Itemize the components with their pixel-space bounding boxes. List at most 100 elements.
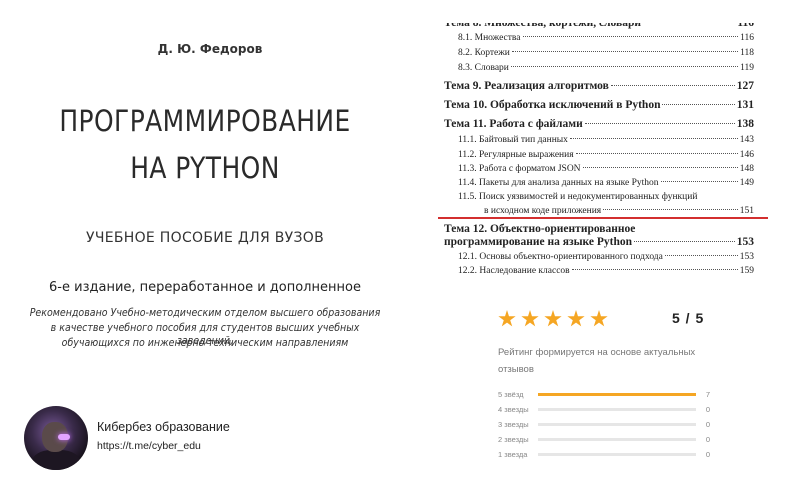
- toc-leader: [634, 241, 735, 242]
- toc-item-11-1[interactable]: 11.1. Байтовый тип данных 143: [458, 135, 754, 145]
- toc-title: 8.1. Множества: [458, 33, 521, 43]
- toc-item-12-2[interactable]: 12.2. Наследование классов 159: [458, 266, 754, 276]
- toc-page: 143: [739, 135, 754, 145]
- rating-row-label: 2 звезды: [498, 434, 529, 444]
- toc-item-11-3[interactable]: 11.3. Работа с форматом JSON 148: [458, 164, 754, 174]
- star-icon: [567, 310, 585, 327]
- toc-leader: [575, 153, 738, 154]
- rating-row-label: 1 звезда: [498, 449, 528, 459]
- avatar-glow: [58, 434, 70, 440]
- toc-page: 127: [736, 80, 754, 92]
- toc-page: 153: [739, 252, 754, 262]
- rating-bar-track: [538, 422, 696, 426]
- rating-bar-track: [538, 437, 696, 441]
- toc-leader: [584, 123, 735, 124]
- highlight-underline: [438, 217, 768, 219]
- toc-leader: [643, 22, 735, 23]
- rating-row-4[interactable]: 4 звезды 0: [498, 402, 710, 416]
- star-icon: [544, 310, 562, 327]
- channel-link[interactable]: https://t.me/cyber_edu: [97, 440, 201, 452]
- star-icon: [498, 310, 516, 327]
- rating-row-count: 0: [705, 404, 710, 414]
- toc-title: Тема 11. Работа с файлами: [444, 118, 583, 130]
- star-icon: [590, 310, 608, 327]
- rating-row-label: 3 звезды: [498, 419, 529, 429]
- toc-topic-12-line1[interactable]: Тема 12. Объектно-ориентированное: [444, 223, 635, 235]
- rating-note: Рейтинг формируется на основе актуальных…: [498, 347, 696, 375]
- toc-item-11-4[interactable]: 11.4. Пакеты для анализа данных на языке…: [458, 178, 754, 188]
- toc-page: 159: [739, 266, 754, 276]
- toc-title: 11.4. Пакеты для анализа данных на языке…: [458, 178, 659, 188]
- toc-title: 12.1. Основы объектно-ориентированного п…: [458, 252, 663, 262]
- toc-item-11-2[interactable]: 11.2. Регулярные выражения 146: [458, 150, 754, 160]
- toc-item-11-5-line1[interactable]: 11.5. Поиск уязвимостей и недокументиров…: [458, 192, 697, 202]
- toc-leader: [582, 167, 738, 168]
- toc-topic-8[interactable]: Тема 8. Множества, кортежи, словари 116: [444, 17, 754, 29]
- toc-topic-9[interactable]: Тема 9. Реализация алгоритмов 127: [444, 80, 754, 92]
- book-recommendation-line: Рекомендовано Учебно-методическим отдело…: [29, 306, 381, 319]
- rating-row-2[interactable]: 2 звезды 0: [498, 432, 710, 446]
- toc-title: 8.2. Кортежи: [458, 48, 510, 58]
- rating-score: 5 / 5: [672, 310, 705, 326]
- rating-row-label: 5 звёзд: [498, 389, 524, 399]
- toc-title: Тема 10. Обработка исключений в Python: [444, 99, 661, 111]
- toc-page: 146: [739, 150, 754, 160]
- rating-row-count: 7: [705, 389, 710, 399]
- toc-page: 148: [739, 164, 754, 174]
- rating-bar-fill: [538, 392, 696, 396]
- book-edition: 6-е издание, переработанное и дополненно…: [49, 280, 361, 295]
- book-recommendation-line: обучающихся по инженерно-техническим нап…: [61, 336, 349, 349]
- toc-title: Тема 9. Реализация алгоритмов: [444, 80, 609, 92]
- toc-leader: [510, 66, 739, 67]
- channel-name: Кибербез образование: [97, 420, 230, 434]
- rating-bar-track: [538, 452, 696, 456]
- toc-item-8-3[interactable]: 8.3. Словари 119: [458, 63, 754, 73]
- toc-topic-12-line2[interactable]: программирование на языке Python 153: [444, 236, 754, 248]
- toc-title: программирование на языке Python: [444, 236, 633, 248]
- toc-page: 153: [736, 236, 754, 248]
- toc-title: 8.3. Словари: [458, 63, 509, 73]
- channel-avatar[interactable]: [24, 406, 88, 470]
- rating-stars: [498, 310, 608, 328]
- toc-page: 118: [740, 48, 754, 58]
- book-title-line1: ПРОГРАММИРОВАНИЕ: [59, 104, 351, 138]
- book-author: Д. Ю. Федоров: [157, 42, 263, 56]
- toc-title: 12.2. Наследование классов: [458, 266, 570, 276]
- rating-bar-track: [538, 407, 696, 411]
- rating-row-1[interactable]: 1 звезда 0: [498, 447, 710, 461]
- rating-row-label: 4 звезды: [498, 404, 529, 414]
- rating-row-count: 0: [705, 449, 710, 459]
- toc-title: Тема 8. Множества, кортежи, словари: [444, 17, 641, 29]
- book-title-line2: НА PYTHON: [130, 151, 280, 185]
- toc-item-11-5-line2[interactable]: в исходном коде приложения 151: [484, 206, 754, 216]
- rating-row-count: 0: [705, 419, 710, 429]
- toc-topic-10[interactable]: Тема 10. Обработка исключений в Python 13…: [444, 99, 754, 111]
- toc-leader: [660, 181, 738, 182]
- toc-leader: [522, 36, 739, 37]
- toc-item-8-1[interactable]: 8.1. Множества 116: [458, 33, 754, 43]
- toc-item-8-2[interactable]: 8.2. Кортежи 118: [458, 48, 754, 58]
- toc-title: 11.3. Работа с форматом JSON: [458, 164, 581, 174]
- toc-leader: [571, 269, 738, 270]
- toc-topic-11[interactable]: Тема 11. Работа с файлами 138: [444, 118, 754, 130]
- toc-title: 11.2. Регулярные выражения: [458, 150, 574, 160]
- rating-row-5[interactable]: 5 звёзд 7: [498, 387, 710, 401]
- rating-row-3[interactable]: 3 звезды 0: [498, 417, 710, 431]
- toc-page: 138: [736, 118, 754, 130]
- rating-bar-track: [538, 392, 696, 396]
- avatar-silhouette: [32, 450, 80, 470]
- star-icon: [521, 310, 539, 327]
- toc-page: 119: [740, 63, 754, 73]
- toc-page: 116: [737, 17, 754, 29]
- toc-leader: [511, 51, 739, 52]
- toc-title: в исходном коде приложения: [484, 206, 602, 216]
- toc-page: 151: [739, 206, 754, 216]
- book-subtitle: УЧЕБНОЕ ПОСОБИЕ ДЛЯ ВУЗОВ: [85, 230, 324, 246]
- toc-item-12-1[interactable]: 12.1. Основы объектно-ориентированного п…: [458, 252, 754, 262]
- toc-page: 116: [740, 33, 754, 43]
- toc-page: 131: [736, 99, 754, 111]
- toc-leader: [610, 85, 735, 86]
- toc-leader: [569, 138, 738, 139]
- toc-title: 11.1. Байтовый тип данных: [458, 135, 568, 145]
- toc-leader: [603, 209, 738, 210]
